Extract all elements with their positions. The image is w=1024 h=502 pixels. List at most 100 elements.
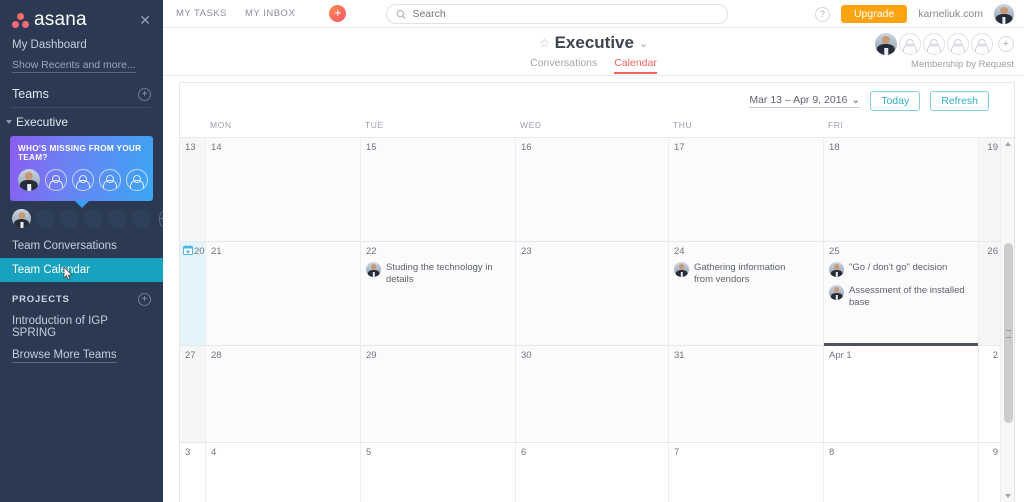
quick-add-button[interactable]: + [329, 5, 347, 22]
calendar-day-cell[interactable]: 18 [823, 138, 978, 241]
day-number: 29 [366, 350, 377, 361]
missing-team-tooltip-card: WHO'S MISSING FROM YOUR TEAM? [10, 136, 153, 201]
calendar-task[interactable]: Gathering information from vendors [674, 262, 797, 285]
user-avatar[interactable] [994, 4, 1014, 24]
calendar-day-cell[interactable]: 7 [668, 443, 823, 502]
add-member-icon[interactable]: + [998, 36, 1014, 52]
calendar-day-cell[interactable]: 25 "Go / don't go" decision Assessment o… [823, 242, 978, 345]
ghost-avatar-icon[interactable] [899, 33, 921, 55]
calendar-day-cell[interactable]: 16 [515, 138, 668, 241]
sidebar-item-my-dashboard[interactable]: My Dashboard [0, 35, 163, 55]
avatar[interactable] [875, 33, 897, 55]
asana-logo[interactable]: asana [12, 9, 87, 31]
member-placeholder[interactable] [60, 209, 79, 228]
add-project-icon[interactable]: + [138, 293, 151, 306]
refresh-button[interactable]: Refresh [930, 91, 989, 111]
calendar-task[interactable]: Studing the technology in details [366, 262, 509, 285]
calendar-day-cell-month-start[interactable]: Apr 1 [823, 343, 978, 442]
ghost-avatar-icon[interactable] [72, 169, 94, 191]
nav-my-inbox[interactable]: MY INBOX [245, 8, 295, 19]
day-number: 21 [211, 246, 222, 257]
calendar-day-cell-today[interactable]: 20 [180, 242, 205, 345]
sidebar-show-recents-link[interactable]: Show Recents and more... [12, 59, 136, 73]
scroll-up-arrow-icon[interactable] [1005, 142, 1011, 146]
calendar-day-cell[interactable]: 24 Gathering information from vendors [668, 242, 823, 345]
calendar-day-cell[interactable]: 3 [180, 443, 205, 502]
calendar-day-cell[interactable]: 21 [205, 242, 360, 345]
calendar-day-cell[interactable]: 31 [668, 346, 823, 442]
upgrade-button[interactable]: Upgrade [840, 5, 908, 23]
avatar [829, 285, 844, 300]
calendar-day-cell[interactable]: 23 [515, 242, 668, 345]
month-boundary-marker [824, 343, 978, 346]
nav-my-tasks[interactable]: MY TASKS [176, 8, 227, 19]
tab-conversations[interactable]: Conversations [530, 57, 597, 74]
task-title: Gathering information from vendors [694, 262, 786, 285]
ghost-avatar-icon[interactable] [923, 33, 945, 55]
day-number: 9 [992, 447, 998, 458]
calendar-task[interactable]: "Go / don't go" decision [829, 262, 972, 277]
calendar-day-cell[interactable]: 28 [205, 346, 360, 442]
scrollbar-thumb[interactable] [1004, 243, 1013, 423]
sidebar-project-igp-spring[interactable]: Introduction of IGP SPRING [0, 311, 163, 343]
task-title: Assessment of the installed base [849, 285, 965, 308]
asana-app-window: asana ✕ My Dashboard Show Recents and mo… [0, 0, 1024, 502]
day-number: 22 [366, 246, 377, 257]
calendar-day-cell[interactable]: 22 Studing the technology in details [360, 242, 515, 345]
ghost-avatar-icon[interactable] [45, 169, 67, 191]
tooltip-arrow-icon [73, 200, 90, 208]
member-placeholder[interactable] [132, 209, 151, 228]
avatar[interactable] [12, 209, 31, 228]
scroll-down-arrow-icon[interactable] [1005, 494, 1011, 498]
calendar-day-cell[interactable]: 5 [360, 443, 515, 502]
day-number: 18 [829, 142, 840, 153]
ghost-avatar-icon[interactable] [947, 33, 969, 55]
favorite-star-icon[interactable]: ☆ [539, 36, 550, 50]
calendar-day-cell[interactable]: 14 [205, 138, 360, 241]
calendar-day-cell[interactable]: 29 [360, 346, 515, 442]
avatar [366, 262, 381, 277]
day-number: 5 [366, 447, 372, 458]
ghost-avatar-icon[interactable] [126, 169, 148, 191]
browse-more-teams-link[interactable]: Browse More Teams [12, 349, 117, 363]
today-button[interactable]: Today [870, 91, 921, 111]
sidebar-teams-section: Teams + [12, 87, 151, 108]
calendar-week-row: 3 4 5 6 7 8 9 [180, 442, 1014, 502]
member-placeholder[interactable] [108, 209, 127, 228]
calendar-day-cell[interactable]: 6 [515, 443, 668, 502]
date-range-selector[interactable]: Mar 13 – Apr 9, 2016 ⌄ [749, 94, 861, 108]
chevron-down-icon[interactable]: ⌄ [639, 37, 648, 50]
close-sidebar-icon[interactable]: ✕ [139, 13, 151, 27]
day-number: 4 [211, 447, 217, 458]
calendar-day-cell[interactable]: 27 [180, 346, 205, 442]
calendar-vertical-scrollbar[interactable] [1000, 138, 1014, 502]
sidebar-team-executive[interactable]: Executive [6, 115, 163, 129]
day-number: 25 [829, 246, 840, 257]
member-placeholder[interactable] [36, 209, 55, 228]
calendar-day-cell[interactable]: 8 [823, 443, 978, 502]
page-title[interactable]: Executive [555, 33, 634, 53]
top-nav-links: MY TASKS MY INBOX + [163, 5, 347, 22]
search-input[interactable] [412, 8, 718, 20]
ghost-avatar-icon[interactable] [99, 169, 121, 191]
sidebar-item-team-calendar[interactable]: Team Calendar [0, 258, 163, 282]
search-box[interactable] [386, 4, 728, 24]
calendar-day-cell[interactable]: 30 [515, 346, 668, 442]
sidebar-item-team-conversations[interactable]: Team Conversations [0, 234, 163, 258]
help-icon[interactable]: ? [814, 6, 830, 22]
main-area: MY TASKS MY INBOX + ? Upgrade karneliuk.… [163, 0, 1024, 502]
member-placeholder[interactable] [84, 209, 103, 228]
workspace-domain-label[interactable]: karneliuk.com [918, 8, 983, 20]
avatar [829, 262, 844, 277]
calendar-day-cell[interactable]: 13 [180, 138, 205, 241]
ghost-avatar-icon[interactable] [971, 33, 993, 55]
missing-team-tooltip-title: WHO'S MISSING FROM YOUR TEAM? [18, 144, 142, 162]
calendar-day-cell[interactable]: 17 [668, 138, 823, 241]
calendar-day-cell[interactable]: 15 [360, 138, 515, 241]
calendar-day-cell[interactable]: 4 [205, 443, 360, 502]
add-team-icon[interactable]: + [138, 87, 151, 101]
calendar-task[interactable]: Assessment of the installed base [829, 285, 972, 308]
tab-calendar[interactable]: Calendar [614, 57, 657, 74]
day-number: 15 [366, 142, 377, 153]
calendar-panel: Mar 13 – Apr 9, 2016 ⌄ Today Refresh MON… [179, 82, 1015, 502]
